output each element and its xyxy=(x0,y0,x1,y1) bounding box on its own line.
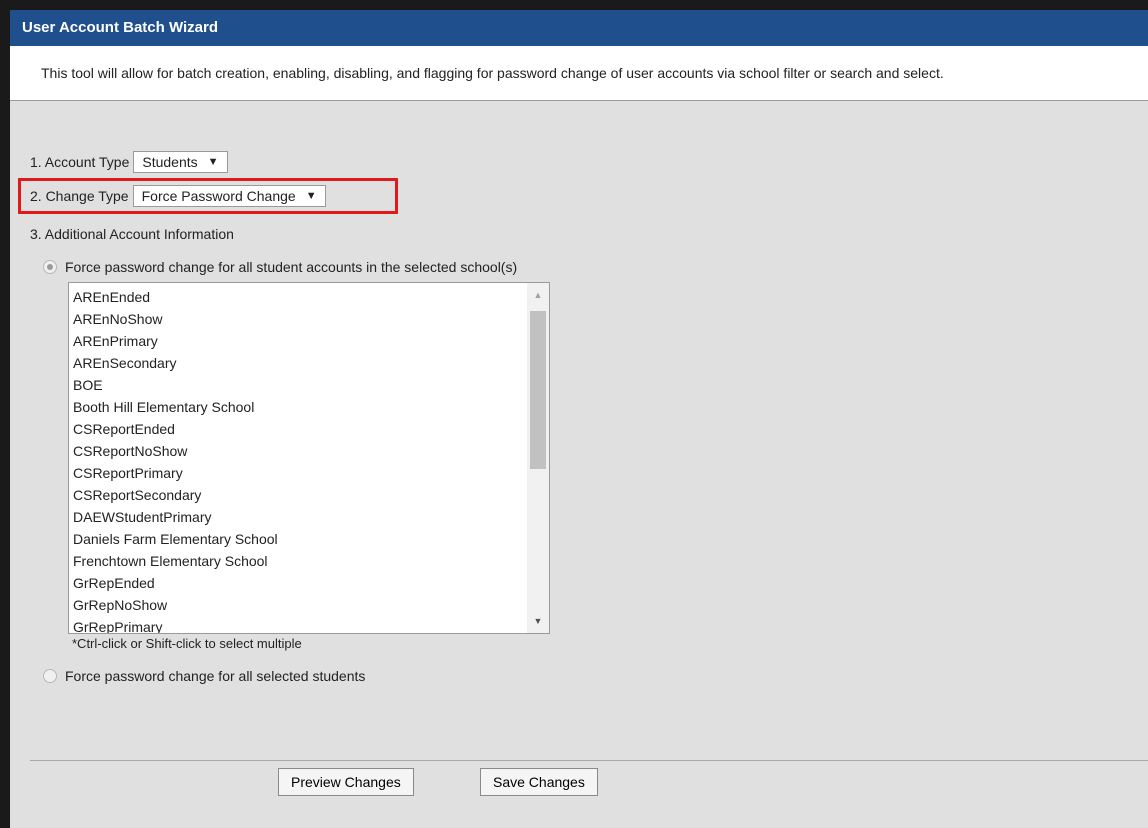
list-item[interactable]: AREnNoShow xyxy=(73,308,278,330)
list-item[interactable]: AREnSecondary xyxy=(73,352,278,374)
option-by-student[interactable]: Force password change for all selected s… xyxy=(43,668,365,684)
radio-by-school[interactable] xyxy=(43,260,57,274)
list-item[interactable]: AREnPrimary xyxy=(73,330,278,352)
chevron-down-icon: ▼ xyxy=(305,190,317,202)
change-type-label: 2. Change Type xyxy=(30,188,129,204)
description-text: This tool will allow for batch creation,… xyxy=(10,46,1148,101)
account-type-row: 1. Account Type Students ▼ xyxy=(30,151,228,173)
radio-dot-icon xyxy=(47,264,53,270)
list-item[interactable]: Frenchtown Elementary School xyxy=(73,550,278,572)
school-listbox[interactable]: AREnEnded AREnNoShow AREnPrimary AREnSec… xyxy=(68,282,550,634)
change-type-row: 2. Change Type Force Password Change ▼ xyxy=(30,185,326,207)
scroll-down-icon[interactable]: ▼ xyxy=(527,611,549,631)
list-item[interactable]: CSReportEnded xyxy=(73,418,278,440)
additional-info-label: 3. Additional Account Information xyxy=(30,226,234,242)
list-scrollbar[interactable]: ▲ ▼ xyxy=(527,283,549,633)
account-type-value: Students xyxy=(142,154,198,170)
chevron-down-icon: ▼ xyxy=(207,156,219,168)
option-by-student-label: Force password change for all selected s… xyxy=(65,668,366,684)
change-type-select[interactable]: Force Password Change ▼ xyxy=(132,185,326,207)
list-item[interactable]: GrRepEnded xyxy=(73,572,278,594)
option-by-school[interactable]: Force password change for all student ac… xyxy=(43,259,517,275)
list-item[interactable]: Daniels Farm Elementary School xyxy=(73,528,278,550)
account-type-select[interactable]: Students ▼ xyxy=(133,151,228,173)
list-item[interactable]: CSReportPrimary xyxy=(73,462,278,484)
wizard-frame: User Account Batch Wizard This tool will… xyxy=(0,0,1148,828)
list-item[interactable]: Booth Hill Elementary School xyxy=(73,396,278,418)
account-type-label: 1. Account Type xyxy=(30,154,130,170)
additional-info-heading: 3. Additional Account Information xyxy=(30,226,234,242)
list-item[interactable]: CSReportSecondary xyxy=(73,484,278,506)
save-changes-button[interactable]: Save Changes xyxy=(480,768,598,796)
list-item[interactable]: AREnEnded xyxy=(73,286,278,308)
list-item[interactable]: GrRepPrimary xyxy=(73,616,278,633)
list-item[interactable]: DAEWStudentPrimary xyxy=(73,506,278,528)
scroll-thumb[interactable] xyxy=(530,311,546,469)
radio-by-student[interactable] xyxy=(43,669,57,683)
footer-divider xyxy=(30,760,1148,761)
multi-select-hint: *Ctrl-click or Shift-click to select mul… xyxy=(72,636,302,651)
option-by-school-label: Force password change for all student ac… xyxy=(65,259,518,275)
change-type-value: Force Password Change xyxy=(141,188,296,204)
list-item[interactable]: GrRepNoShow xyxy=(73,594,278,616)
list-item[interactable]: CSReportNoShow xyxy=(73,440,278,462)
window-title: User Account Batch Wizard xyxy=(10,10,1148,46)
list-item[interactable]: BOE xyxy=(73,374,278,396)
preview-changes-button[interactable]: Preview Changes xyxy=(278,768,414,796)
scroll-up-icon[interactable]: ▲ xyxy=(527,285,549,305)
school-list-items: AREnEnded AREnNoShow AREnPrimary AREnSec… xyxy=(73,286,278,633)
